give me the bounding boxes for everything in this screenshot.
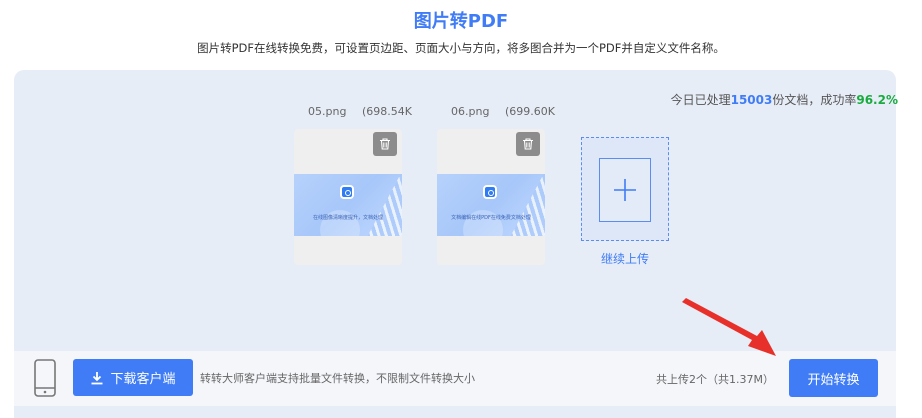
stats-rate: 96.2% [856,93,898,107]
stats-count: 15003 [730,93,773,107]
processing-stats: 今日已处理15003份文档，成功率96.2% [671,91,898,108]
app-logo-icon [340,185,354,199]
thumbnail-caption: 文档编辑在线PDF在线免费文档处理 [451,215,531,221]
stats-prefix: 今日已处理 [670,93,731,107]
thumbnail-image: 在线图像清晰度提升，文档处理 [294,174,402,236]
download-icon [91,371,103,384]
file-size: (698.54K [361,105,412,118]
file-size: (699.60K [504,105,555,118]
app-logo-icon [483,185,497,199]
client-note: 转转大师客户端支持批量文件转换，不限制文件转换大小 [200,372,475,385]
thumbnail-image: 文档编辑在线PDF在线免费文档处理 [437,174,545,236]
page-title: 图片转PDF [413,11,509,32]
start-convert-button[interactable]: 开始转换 [789,359,878,397]
add-file-button[interactable] [581,137,669,241]
file-card: 05.png (698.54K 在线图像清晰度提升，文档处理 [294,105,412,265]
delete-button[interactable] [373,132,397,156]
file-thumbnail[interactable]: 在线图像清晰度提升，文档处理 [294,129,402,265]
file-thumbnail[interactable]: 文档编辑在线PDF在线免费文档处理 [437,129,545,265]
plus-icon [614,179,636,201]
file-label: 06.png (699.60K [437,105,555,123]
file-name: 06.png [451,105,490,118]
stats-middle: 份文档，成功率 [772,93,857,107]
phone-icon [34,359,56,397]
arrow-annotation [682,298,776,356]
continue-upload-label[interactable]: 继续上传 [581,250,669,267]
file-card: 06.png (699.60K 文档编辑在线PDF在线免费文档处理 [437,105,555,265]
trash-icon [380,138,390,150]
delete-button[interactable] [516,132,540,156]
download-client-label: 下载客户端 [110,372,176,387]
add-file-inner[interactable] [599,158,651,222]
file-name: 05.png [308,105,347,118]
thumbnail-caption: 在线图像清晰度提升，文档处理 [312,215,383,221]
trash-icon [523,138,533,150]
upload-summary: 共上传2个（共1.37M） [656,373,774,386]
page-subtitle: 图片转PDF在线转换免费，可设置页边距、页面大小与方向，将多图合并为一个PDF并… [197,41,725,55]
file-label: 05.png (698.54K [294,105,412,123]
download-client-button[interactable]: 下载客户端 [73,359,193,396]
